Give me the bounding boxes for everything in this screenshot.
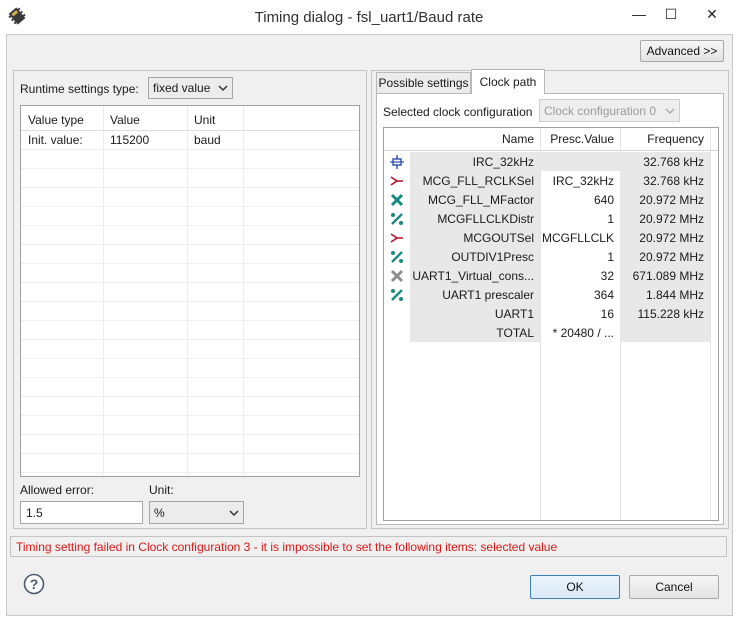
multiplier-icon bbox=[384, 190, 410, 209]
chevron-down-icon bbox=[665, 107, 675, 114]
clock-element-name: MCGOUTSel bbox=[410, 228, 540, 247]
chevron-down-icon bbox=[229, 509, 239, 516]
frequency-cell bbox=[620, 323, 710, 342]
table-row[interactable]: MCG_FLL_RCLKSel IRC_32kHz 32.768 kHz bbox=[384, 171, 718, 190]
table-row[interactable]: UART1 16 115.228 kHz bbox=[384, 304, 718, 323]
clock-table-header: Name Presc.Value Frequency bbox=[384, 128, 718, 151]
close-button[interactable]: ✕ bbox=[690, 3, 734, 25]
maximize-icon: ☐ bbox=[664, 5, 678, 22]
clock-element-name: IRC_32kHz bbox=[410, 152, 540, 171]
divider-icon bbox=[384, 209, 410, 228]
clock-element-name: TOTAL bbox=[410, 323, 540, 342]
table-row[interactable]: TOTAL * 20480 / ... bbox=[384, 323, 718, 342]
clock-config-select[interactable]: Clock configuration 0 bbox=[539, 99, 680, 122]
presc-value-cell[interactable]: 1 bbox=[540, 247, 620, 266]
clock-element-name: MCG_FLL_MFactor bbox=[410, 190, 540, 209]
unit-label: Unit: bbox=[149, 483, 174, 497]
header-value-type: Value type bbox=[28, 112, 84, 127]
value-cell[interactable]: 115200 bbox=[103, 131, 187, 149]
clock-element-name: UART1 prescaler bbox=[410, 285, 540, 304]
presc-value-cell[interactable]: 32 bbox=[540, 266, 620, 285]
clock-path-table: Name Presc.Value Frequency IRC_32kHz 32.7… bbox=[383, 127, 719, 521]
unit-cell: baud bbox=[194, 133, 221, 147]
frequency-cell: 115.228 kHz bbox=[620, 304, 710, 323]
status-bar: Timing setting failed in Clock configura… bbox=[10, 536, 727, 557]
chevron-down-icon bbox=[218, 85, 228, 92]
allowed-error-input[interactable]: 1.5 bbox=[20, 501, 143, 524]
help-button[interactable]: ? bbox=[23, 573, 45, 595]
value-type-cell: Init. value: bbox=[28, 133, 83, 147]
runtime-settings-value: fixed value bbox=[153, 81, 211, 95]
divider-icon bbox=[384, 285, 410, 304]
virtual-multiplier-icon bbox=[384, 266, 410, 285]
presc-value-cell[interactable]: 1 bbox=[540, 209, 620, 228]
table-row[interactable]: UART1_Virtual_cons... 32 671.089 MHz bbox=[384, 266, 718, 285]
ok-button[interactable]: OK bbox=[530, 575, 620, 599]
table-row[interactable]: IRC_32kHz 32.768 kHz bbox=[384, 152, 718, 171]
frequency-cell: 671.089 MHz bbox=[620, 266, 710, 285]
runtime-settings-label: Runtime settings type: bbox=[20, 82, 139, 96]
table-row[interactable]: MCGFLLCLKDistr 1 20.972 MHz bbox=[384, 209, 718, 228]
presc-value-cell[interactable]: MCGFLLCLK bbox=[540, 228, 620, 247]
clock-element-name: MCGFLLCLKDistr bbox=[410, 209, 540, 228]
mux-icon bbox=[384, 171, 410, 190]
advanced-button[interactable]: Advanced >> bbox=[640, 40, 724, 62]
presc-value-cell[interactable] bbox=[540, 152, 620, 171]
close-icon: ✕ bbox=[706, 5, 718, 22]
clock-element-name: OUTDIV1Presc bbox=[410, 247, 540, 266]
frequency-cell: 20.972 MHz bbox=[620, 228, 710, 247]
frequency-cell: 32.768 kHz bbox=[620, 171, 710, 190]
table-row[interactable]: MCG_FLL_MFactor 640 20.972 MHz bbox=[384, 190, 718, 209]
tab-possible-settings[interactable]: Possible settings bbox=[376, 72, 471, 93]
table-row[interactable]: Init. value: 115200 baud bbox=[21, 131, 359, 150]
row-icon-slot bbox=[384, 323, 410, 342]
table-row[interactable]: OUTDIV1Presc 1 20.972 MHz bbox=[384, 247, 718, 266]
header-name: Name bbox=[501, 132, 534, 146]
value-table: Value type Value Unit Init. value: 11520… bbox=[20, 105, 360, 477]
clock-group: Possible settings Clock path Selected cl… bbox=[371, 69, 729, 529]
runtime-settings-select[interactable]: fixed value bbox=[148, 77, 233, 99]
presc-value-cell[interactable]: * 20480 / ... bbox=[540, 323, 620, 342]
presc-value-cell[interactable]: 364 bbox=[540, 285, 620, 304]
header-frequency: Frequency bbox=[647, 132, 704, 146]
table-row[interactable]: MCGOUTSel MCGFLLCLK 20.972 MHz bbox=[384, 228, 718, 247]
clock-config-value: Clock configuration 0 bbox=[544, 103, 657, 118]
oscillator-icon bbox=[384, 152, 410, 171]
clock-element-name: UART1_Virtual_cons... bbox=[410, 266, 540, 285]
help-glyph: ? bbox=[29, 576, 39, 592]
divider-icon bbox=[384, 247, 410, 266]
unit-select[interactable]: % bbox=[149, 501, 244, 524]
dialog-client-area: Advanced >> Runtime settings type: fixed… bbox=[6, 34, 733, 616]
table-row[interactable]: UART1 prescaler 364 1.844 MHz bbox=[384, 285, 718, 304]
header-value: Value bbox=[110, 112, 140, 127]
frequency-cell: 20.972 MHz bbox=[620, 190, 710, 209]
frequency-cell: 20.972 MHz bbox=[620, 209, 710, 228]
frequency-cell: 20.972 MHz bbox=[620, 247, 710, 266]
allowed-error-label: Allowed error: bbox=[20, 483, 95, 497]
value-table-header: Value type Value Unit bbox=[21, 109, 359, 131]
frequency-cell: 1.844 MHz bbox=[620, 285, 710, 304]
clock-element-name: MCG_FLL_RCLKSel bbox=[410, 171, 540, 190]
clock-path-panel: Selected clock configuration Clock confi… bbox=[376, 93, 724, 525]
maximize-button[interactable]: ☐ bbox=[658, 4, 684, 24]
mux-icon bbox=[384, 228, 410, 247]
cancel-button[interactable]: Cancel bbox=[629, 575, 719, 599]
tab-clock-path[interactable]: Clock path bbox=[471, 69, 545, 94]
clock-element-name: UART1 bbox=[410, 304, 540, 323]
presc-value-cell[interactable]: 640 bbox=[540, 190, 620, 209]
presc-value-cell[interactable]: IRC_32kHz bbox=[540, 171, 620, 190]
minimize-button[interactable]: — bbox=[626, 4, 652, 24]
minimize-icon: — bbox=[632, 6, 646, 22]
frequency-cell: 32.768 kHz bbox=[620, 152, 710, 171]
header-unit: Unit bbox=[194, 112, 216, 127]
status-message: Timing setting failed in Clock configura… bbox=[16, 539, 558, 554]
presc-value-cell[interactable]: 16 bbox=[540, 304, 620, 323]
unit-value: % bbox=[154, 505, 165, 520]
row-icon-slot bbox=[384, 304, 410, 323]
clock-config-label: Selected clock configuration bbox=[383, 105, 533, 119]
header-presc-value: Presc.Value bbox=[550, 132, 614, 146]
runtime-settings-group: Runtime settings type: fixed value Value… bbox=[13, 70, 367, 529]
